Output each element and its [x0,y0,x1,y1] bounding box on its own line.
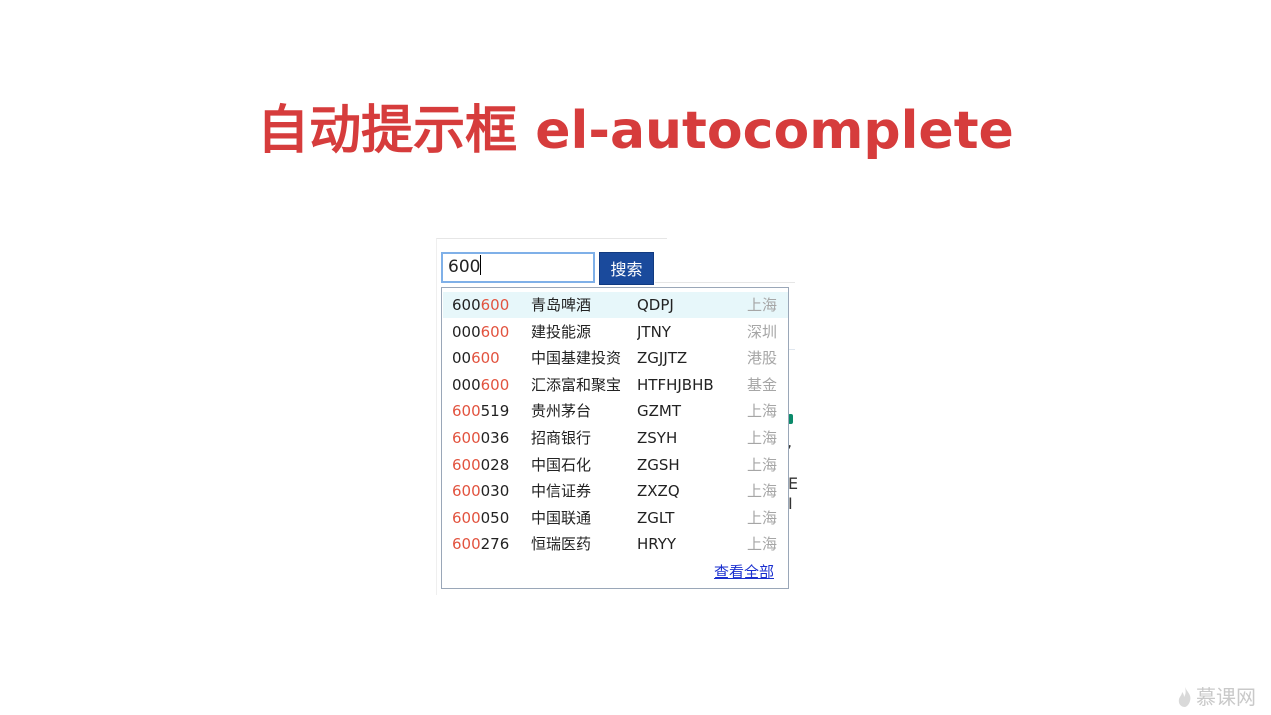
stock-code: 600036 [452,425,524,451]
stock-abbr: ZGJJTZ [637,349,688,368]
suggestion-row[interactable]: 600036 招商银行 ZSYH 上海 [443,425,788,451]
slide-title: 自动提示框 el-autocomplete [257,101,1014,161]
stock-name: 招商银行 [531,429,592,447]
suggestion-row[interactable]: 600276 恒瑞医药 HRYY 上海 [443,531,788,557]
text-caret [480,255,482,275]
code-match: 600 [452,482,481,501]
stock-name: 中国石化 [531,455,592,474]
code-match: 600 [471,349,500,368]
suggestion-row[interactable]: 600519 贵州茅台 GZMT 上海 [443,398,788,424]
suggestion-row[interactable]: 600050 中国联通 ZGLT 上海 [443,505,788,531]
code-match: 600 [452,402,481,421]
stock-market: 上海 [747,508,778,527]
code-match: 600 [452,455,481,474]
stock-abbr: JTNY [637,322,671,341]
suggestion-row[interactable]: 000600 汇添富和聚宝 HTFHJBHB 基金 [443,372,788,398]
stock-code: 000600 [452,372,524,398]
code-suffix: 276 [480,535,510,554]
suggestion-row[interactable]: 600030 中信证券 ZXZQ 上海 [443,478,788,504]
stock-abbr: ZXZQ [637,482,680,501]
code-match: 600 [480,322,510,341]
suggestion-row[interactable]: 00600 中国基建投资 ZGJJTZ 港股 [443,345,788,371]
stock-market: 上海 [747,482,778,501]
autocomplete-dropdown: 600600 青岛啤酒 QDPJ 上海 000600 建投能源 JTNY 深圳 00600 中国基… [441,287,789,589]
code-match: 600 [480,375,510,394]
stock-name: 青岛啤酒 [531,296,592,314]
stock-code: 600276 [452,531,524,557]
stock-name: 贵州茅台 [531,402,592,421]
code-prefix: 000 [452,375,481,394]
backdrop-glyph: E [788,474,799,493]
stock-code: 600050 [452,505,524,531]
stock-market: 上海 [747,296,778,314]
stock-name: 建投能源 [531,322,592,341]
stock-abbr: QDPJ [637,296,674,314]
stock-code: 600519 [452,398,524,424]
code-match: 600 [452,429,481,447]
stock-name: 中国联通 [531,508,592,527]
stock-market: 上海 [747,535,778,554]
stock-code: 00600 [452,345,524,371]
code-match: 600 [452,508,481,527]
search-input-value: 600 [448,257,481,277]
stock-market: 上海 [747,455,778,474]
stock-code: 600028 [452,452,524,478]
stock-name: 中国基建投资 [531,349,622,368]
stock-name: 恒瑞医药 [531,535,592,554]
code-suffix: 030 [480,482,510,501]
code-match: 600 [452,535,481,554]
stock-abbr: ZGLT [637,508,675,527]
stock-code: 600030 [452,478,524,504]
search-input[interactable]: 600 [441,252,595,283]
stock-name: 中信证券 [531,482,592,501]
watermark-text: 慕课网 [1196,685,1256,709]
search-button[interactable]: 搜索 [599,252,654,285]
stock-code: 000600 [452,319,524,345]
stock-abbr: HTFHJBHB [637,375,714,394]
stock-code: 600600 [452,292,524,318]
suggestion-row[interactable]: 000600 建投能源 JTNY 深圳 [443,319,788,345]
view-all-link[interactable]: 查看全部 [714,561,774,582]
stock-market: 深圳 [747,322,778,341]
watermark-logo: 慕课网 [1178,684,1256,710]
code-suffix: 050 [480,508,510,527]
code-prefix: 00 [452,349,472,368]
stock-abbr: GZMT [637,402,682,421]
suggestion-row[interactable]: 600600 青岛啤酒 QDPJ 上海 [443,292,788,318]
code-prefix: 000 [452,322,481,341]
code-suffix: 519 [480,402,510,421]
code-prefix: 600 [452,296,481,314]
stock-market: 上海 [747,429,778,447]
stock-abbr: ZSYH [637,429,678,447]
stock-market: 基金 [747,375,778,394]
stock-market: 港股 [747,349,778,368]
code-suffix: 028 [480,455,510,474]
code-match: 600 [480,296,510,314]
flame-icon [1178,687,1191,707]
stock-abbr: ZGSH [637,455,680,474]
stock-market: 上海 [747,402,778,421]
stock-abbr: HRYY [637,535,677,554]
suggestion-row[interactable]: 600028 中国石化 ZGSH 上海 [443,452,788,478]
stock-name: 汇添富和聚宝 [531,375,622,394]
code-suffix: 036 [480,429,510,447]
